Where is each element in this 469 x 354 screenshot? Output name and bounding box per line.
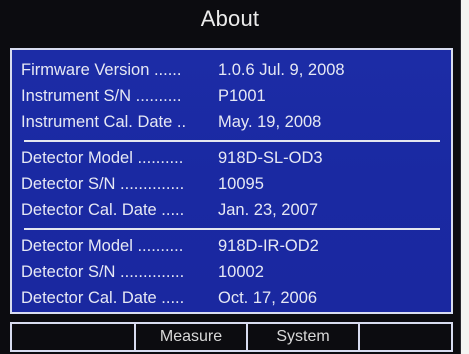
info-label: Detector Model .......... (21, 237, 184, 255)
instrument-display: About Firmware Version ...... 1.0.6 Jul.… (0, 0, 461, 354)
info-value: May. 19, 2008 (218, 113, 322, 131)
info-label: Detector S/N .............. (21, 175, 185, 193)
info-value: 918D-SL-OD3 (218, 149, 323, 167)
info-row-instrument-sn: Instrument S/N .......... P1001 (12, 84, 451, 108)
info-label: Firmware Version ...... (21, 61, 182, 79)
info-row-firmware-version: Firmware Version ...... 1.0.6 Jul. 9, 20… (12, 58, 451, 82)
info-label: Instrument S/N .......... (21, 87, 182, 105)
info-row-detector-cal-date: Detector Cal. Date ..... Oct. 17, 2006 (12, 286, 451, 310)
softkey-4[interactable] (360, 324, 451, 350)
info-value: 918D-IR-OD2 (218, 237, 319, 255)
info-row-detector-model: Detector Model .......... 918D-SL-OD3 (12, 146, 451, 170)
screen-title: About (200, 6, 260, 31)
section-divider (24, 140, 440, 142)
softkey-bar: Measure System (10, 322, 453, 352)
softkey-1[interactable] (12, 324, 136, 350)
info-value: Oct. 17, 2006 (218, 289, 318, 307)
info-row-detector-cal-date: Detector Cal. Date ..... Jan. 23, 2007 (12, 198, 451, 222)
info-label: Detector Cal. Date ..... (21, 289, 185, 307)
info-label: Detector Cal. Date ..... (21, 201, 185, 219)
measure-softkey[interactable]: Measure (136, 324, 248, 350)
about-info-panel: Firmware Version ...... 1.0.6 Jul. 9, 20… (10, 48, 453, 314)
info-label: Detector S/N .............. (21, 263, 185, 281)
info-value: 1.0.6 Jul. 9, 2008 (218, 61, 345, 79)
info-row-detector-sn: Detector S/N .............. 10095 (12, 172, 451, 196)
info-row-detector-model: Detector Model .......... 918D-IR-OD2 (12, 234, 451, 258)
info-value: 10095 (218, 175, 264, 193)
info-value: P1001 (218, 87, 266, 105)
info-row-instrument-cal-date: Instrument Cal. Date .. May. 19, 2008 (12, 110, 451, 134)
section-divider (24, 228, 440, 230)
info-value: Jan. 23, 2007 (218, 201, 318, 219)
info-row-detector-sn: Detector S/N .............. 10002 (12, 260, 451, 284)
info-label: Instrument Cal. Date .. (21, 113, 187, 131)
info-value: 10002 (218, 263, 264, 281)
info-label: Detector Model .......... (21, 149, 184, 167)
system-softkey[interactable]: System (248, 324, 360, 350)
